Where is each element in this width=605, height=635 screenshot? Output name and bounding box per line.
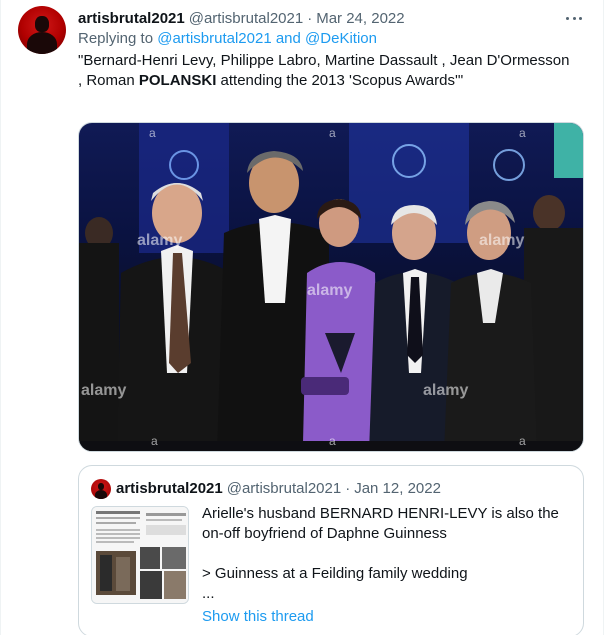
watermark-letter-4: a [151, 434, 158, 448]
quoted-thumbnail-illustration [92, 507, 188, 603]
separator-dot: · [307, 9, 313, 27]
quoted-tweet[interactable]: artisbrutal2021 @artisbrutal2021 · Jan 1… [78, 465, 584, 635]
watermark-letter-6: a [519, 434, 526, 448]
replying-to-mentions[interactable]: @artisbrutal2021 and @DeKition [157, 30, 377, 47]
user-handle[interactable]: @artisbrutal2021 [189, 10, 303, 27]
quoted-avatar-body-shape [95, 490, 107, 499]
quoted-avatar-head-shape [98, 483, 104, 490]
quoted-text-line: ... [202, 585, 215, 602]
replying-to-label: Replying to [78, 30, 154, 47]
watermark-letter-2: a [329, 126, 336, 140]
watermark-alamy-1: alamy [137, 232, 182, 249]
quoted-date[interactable]: Jan 12, 2022 [354, 480, 441, 497]
quoted-text: Arielle's husband BERNARD HENRI-LEVY is … [202, 504, 574, 604]
quoted-avatar[interactable] [91, 479, 111, 499]
quoted-header: artisbrutal2021 @artisbrutal2021 · Jan 1… [116, 480, 441, 497]
avatar-body-shape [27, 32, 57, 54]
left-divider [0, 0, 1, 635]
tweet-date[interactable]: Mar 24, 2022 [316, 10, 404, 27]
quoted-text-line: on-off boyfriend of Daphne Guinness [202, 525, 447, 542]
watermark-alamy-3: alamy [307, 282, 352, 299]
right-divider [603, 0, 604, 635]
tweet-text: "Bernard-Henri Levy, Philippe Labro, Mar… [78, 51, 593, 91]
quoted-text-line: Arielle's husband BERNARD HENRI-LEVY is … [202, 505, 559, 522]
watermark-letter-1: a [149, 126, 156, 140]
tweet-photo[interactable]: a a a alamy alamy alamy alamy alamy a a … [78, 122, 584, 452]
photo-illustration: a a a alamy alamy alamy alamy alamy a a … [79, 123, 583, 451]
quoted-separator-dot: · [345, 480, 351, 497]
quoted-text-gap [202, 544, 574, 564]
tweet-text-line-2-start: , Roman [78, 72, 139, 89]
show-thread-link[interactable]: Show this thread [202, 608, 314, 625]
watermark-letter-3: a [519, 126, 526, 140]
watermark-alamy-2: alamy [479, 232, 524, 249]
more-horizontal-icon[interactable] [562, 8, 586, 28]
watermark-alamy-5: alamy [423, 382, 468, 399]
replying-to: Replying to @artisbrutal2021 and @DeKiti… [78, 30, 377, 47]
tweet-text-line-1: "Bernard-Henri Levy, Philippe Labro, Mar… [78, 52, 570, 69]
tweet-text-bold-name: POLANSKI [138, 72, 217, 89]
tweet-header: artisbrutal2021 @artisbrutal2021 · Mar 2… [78, 8, 405, 28]
quoted-thumbnail[interactable] [91, 506, 189, 604]
watermark-alamy-4: alamy [81, 382, 126, 399]
display-name[interactable]: artisbrutal2021 [78, 10, 185, 27]
avatar-head-shape [35, 16, 49, 32]
watermark-letter-5: a [329, 434, 336, 448]
avatar[interactable] [18, 6, 66, 54]
quoted-text-line: > Guinness at a Feilding family wedding [202, 565, 468, 582]
tweet-text-line-2-end: attending the 2013 'Scopus Awards'" [216, 72, 464, 89]
quoted-display-name[interactable]: artisbrutal2021 [116, 480, 223, 497]
quoted-handle[interactable]: @artisbrutal2021 [227, 480, 341, 497]
